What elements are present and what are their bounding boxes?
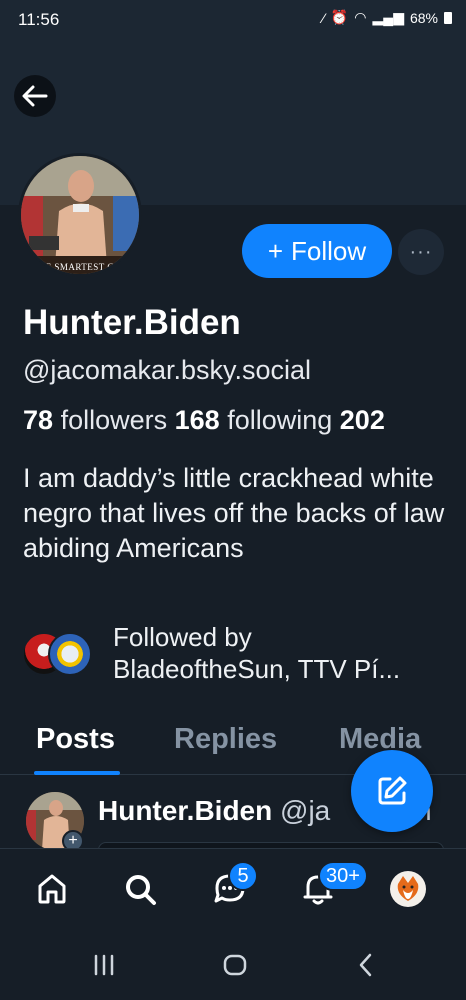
home-button-icon[interactable] [221,950,249,980]
wifi-icon: ◠ [354,9,367,25]
notifications-badge: 30+ [318,861,368,891]
nfc-icon: ⁄ [322,9,325,26]
battery-percent: 68% [409,9,438,26]
followed-by-avatars[interactable] [22,632,102,678]
follower-avatar-2 [48,632,92,676]
avatar-photo [21,156,139,274]
system-navigation [0,930,466,1000]
alarm-icon: ⏰ [330,9,349,25]
profile-bio: I am daddy’s little crackhead white negr… [23,463,445,563]
compose-button[interactable] [351,750,433,832]
arrow-left-icon [22,85,48,107]
nav-profile[interactable] [386,867,430,911]
chat-badge: 5 [228,861,258,891]
profile-avatar[interactable]: E SMARTEST G [18,153,142,277]
home-icon [38,874,66,904]
status-bar: 11:56 ⁄ ⏰ ◠ ▂▄▆ 68% [0,0,466,40]
active-tab-indicator [34,771,120,775]
profile-avatar-icon [390,871,426,907]
following-count[interactable]: 168 [175,405,220,435]
ellipsis-icon: ··· [409,240,433,263]
nav-home[interactable] [30,867,74,911]
post-author-name[interactable]: Hunter.Biden [98,795,272,826]
back-button[interactable] [14,75,56,117]
followers-count[interactable]: 78 [23,405,53,435]
more-options-button[interactable]: ··· [398,229,444,275]
battery-icon [444,11,452,24]
recents-icon[interactable] [92,950,116,980]
display-name: Hunter.Biden [23,303,241,342]
followed-by-line2: BladeoftheSun, TTV Pí... [113,654,401,684]
follow-button[interactable]: + Follow [242,224,392,278]
post-author-handle: @ja [280,795,331,826]
nav-search[interactable] [118,867,162,911]
tab-posts[interactable]: Posts [36,723,115,756]
follow-label: Follow [291,235,367,266]
followed-by-text[interactable]: Followed by BladeoftheSun, TTV Pí... [113,621,453,685]
followed-by-line1: Followed by [113,622,252,652]
posts-count: 202 [339,405,385,435]
profile-stats: 78 followers 168 following 202 [23,405,466,436]
following-label[interactable]: following [227,405,332,435]
followers-label[interactable]: followers [61,405,168,435]
status-icons: ⁄ ⏰ ◠ ▂▄▆ 68% [323,9,452,26]
tab-replies[interactable]: Replies [174,723,277,756]
signal-icon: ▂▄▆ [372,9,404,25]
bottom-navigation: 5 30+ [0,848,466,930]
search-icon [126,875,156,905]
plus-icon: + [267,235,284,266]
avatar-caption: E SMARTEST G [45,262,115,272]
status-time: 11:56 [18,10,60,29]
profile-handle: @jacomakar.bsky.social [23,355,312,385]
system-back-icon[interactable] [354,950,378,980]
compose-icon [378,776,407,805]
